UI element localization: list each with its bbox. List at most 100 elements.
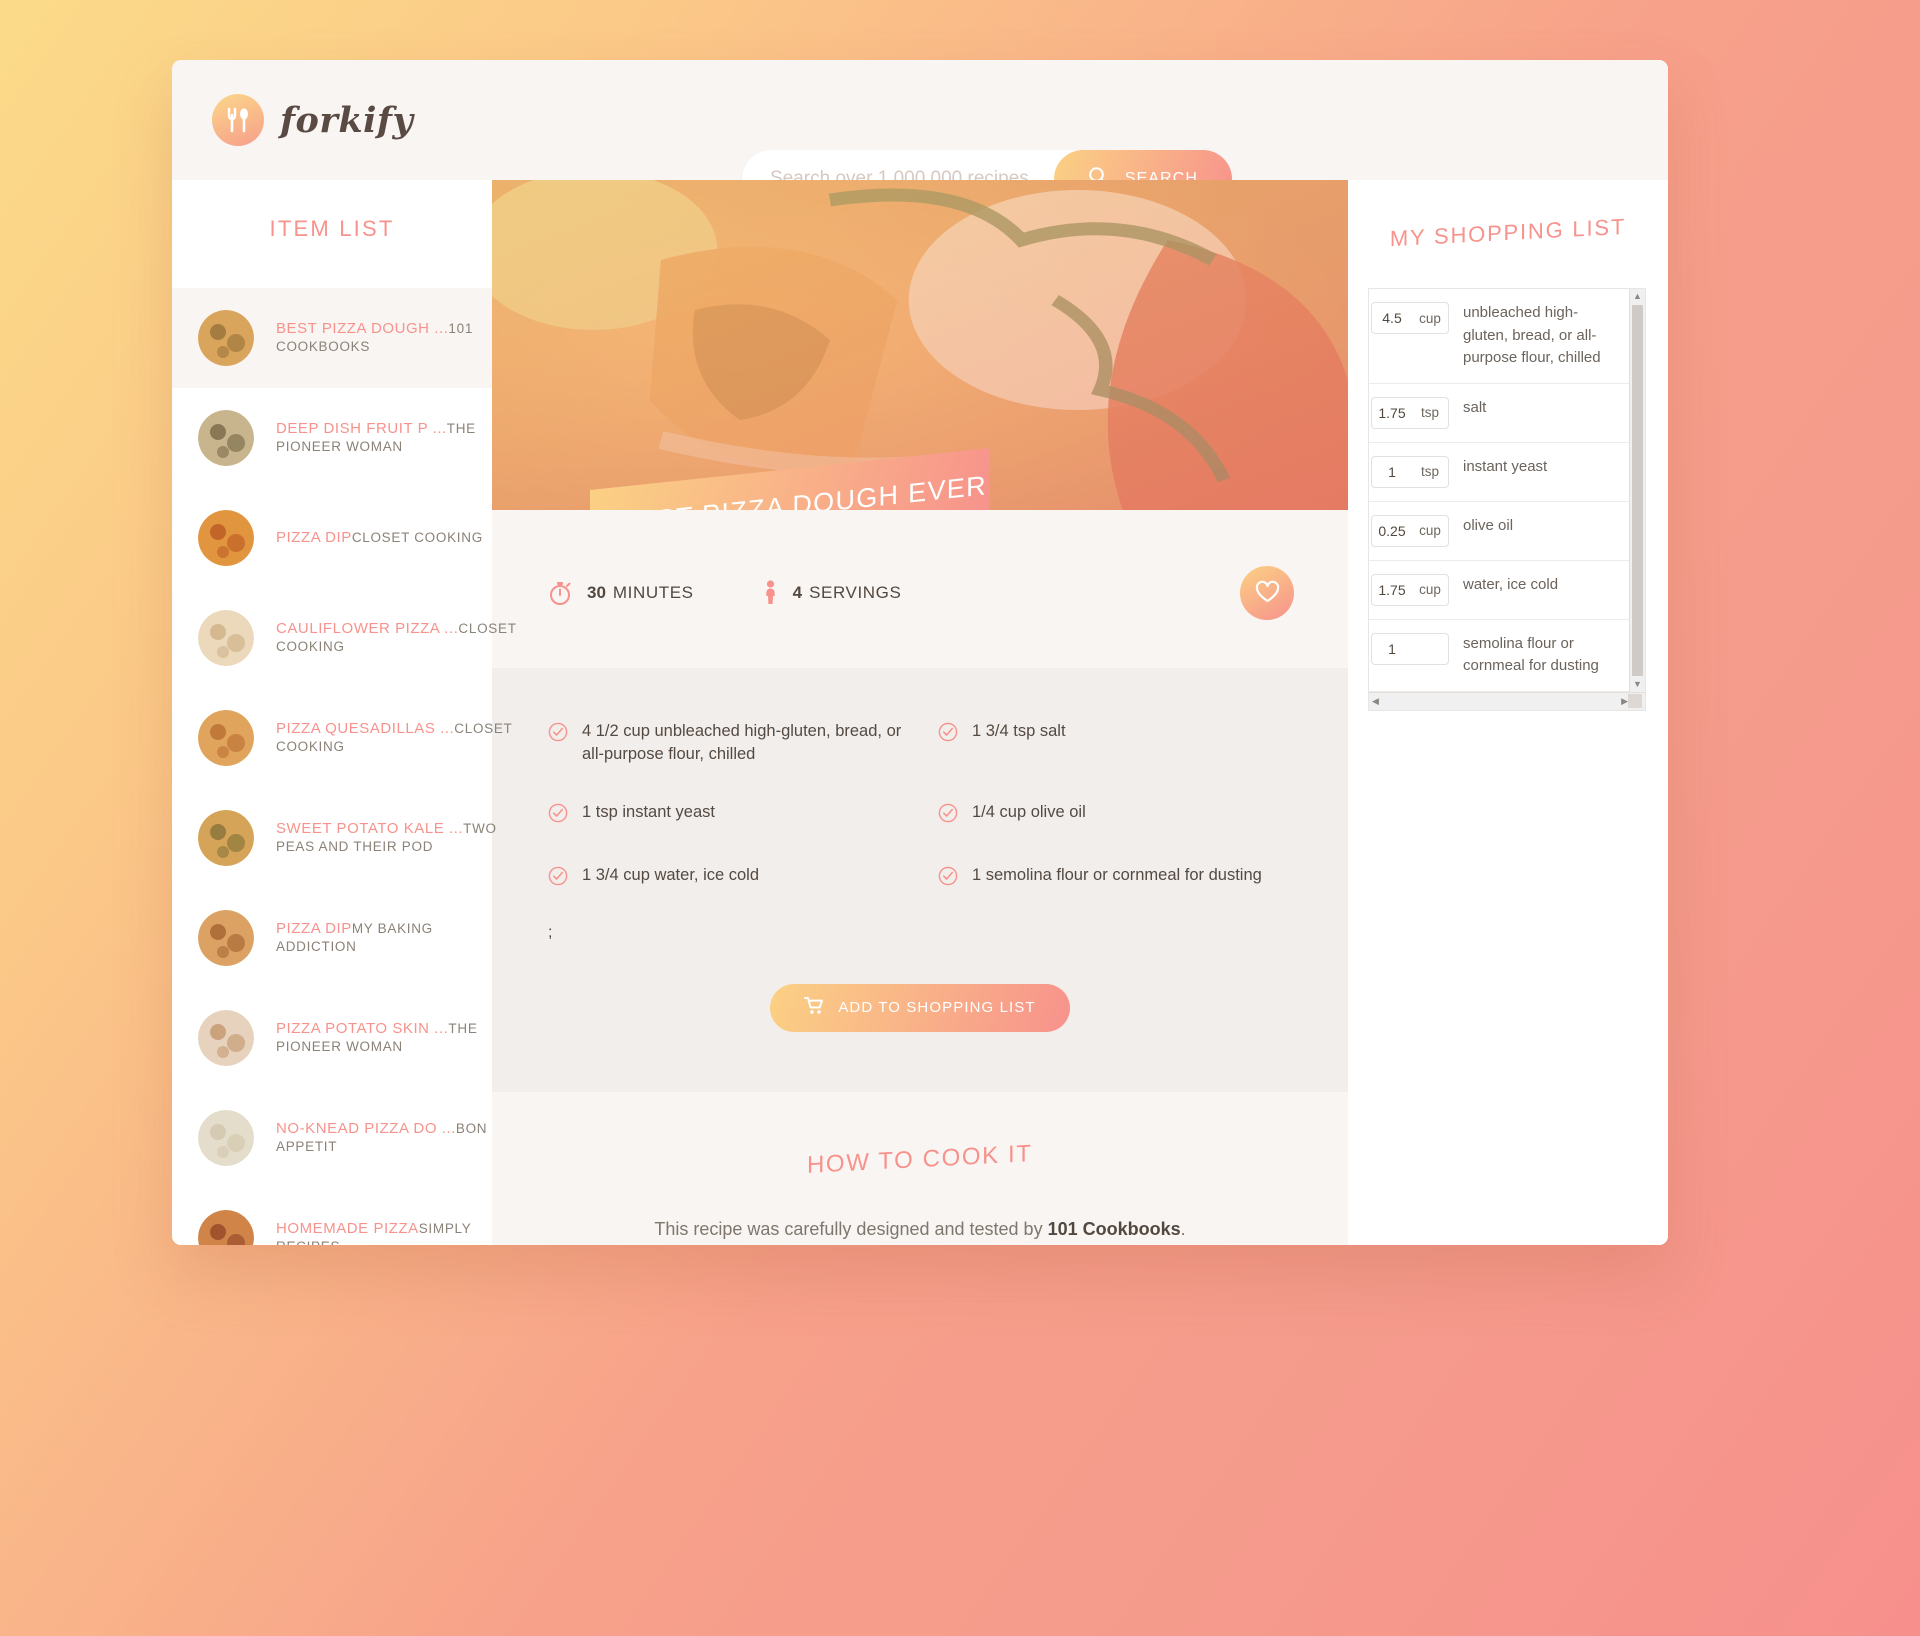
shopping-item-unit: tsp: [1420, 464, 1439, 479]
ingredients-list: 4 1/2 cup unbleached high-gluten, bread,…: [548, 720, 1292, 894]
result-list-item: HOMEMADE PIZZASIMPLY RECIPES: [172, 1188, 492, 1245]
shopping-item-unit: cup: [1419, 582, 1441, 597]
result-item-name: PIZZA POTATO SKIN ...: [276, 1020, 449, 1037]
ingredient-text: 4 1/2 cup unbleached high-gluten, bread,…: [582, 722, 902, 764]
shopping-item-description[interactable]: unbleached high-gluten, bread, or all-pu…: [1449, 302, 1619, 370]
shopping-item-count[interactable]: cup: [1371, 573, 1449, 606]
result-item[interactable]: BEST PIZZA DOUGH ...101 COOKBOOKS: [172, 288, 492, 388]
shopping-item-count[interactable]: tsp: [1371, 455, 1449, 488]
shopping-list-item: tspsalt: [1369, 384, 1629, 443]
result-thumbnail: [198, 310, 254, 366]
favorite-button[interactable]: [1240, 566, 1294, 620]
shopping-list-item: cup olive oil: [1369, 502, 1629, 561]
cooking-time-label: MINUTES: [612, 583, 694, 602]
ingredient-item: 4 1/2 cup unbleached high-gluten, bread,…: [548, 720, 902, 767]
ingredient-text: 1 3/4 cup water, ice cold: [582, 866, 760, 885]
add-to-shopping-list-label: ADD TO SHOPPING LIST: [838, 999, 1036, 1017]
shopping-item-description[interactable]: instant yeast: [1449, 456, 1619, 479]
check-circle-icon: [548, 866, 568, 893]
result-thumbnail: [198, 510, 254, 566]
stray-text: ;: [548, 923, 553, 941]
shopping-item-count[interactable]: cup: [1371, 302, 1449, 334]
result-item[interactable]: SWEET POTATO KALE ...TWO PEAS AND THEIR …: [172, 788, 496, 888]
shopping-list-scroll-area: cup unbleached high-gluten, bread, or all…: [1369, 289, 1645, 692]
ingredient-text: 1 tsp instant yeast: [582, 802, 715, 821]
result-list-item: NO-KNEAD PIZZA DO ...BON APPETIT: [172, 1088, 492, 1188]
result-item-publisher: CLOSET COOKING: [351, 530, 483, 545]
ingredient-text: 1/4 cup olive oil: [972, 802, 1086, 821]
scrollbar-track[interactable]: [1383, 695, 1617, 707]
triangle-up-icon[interactable]: ▲: [1633, 292, 1642, 301]
shopping-item-description[interactable]: semolina flour or cornmeal for dusting: [1449, 633, 1619, 678]
directions-text: This recipe was carefully designed and t…: [562, 1216, 1278, 1245]
result-item-name: BEST PIZZA DOUGH ...: [276, 320, 449, 337]
cooking-time-value: 30: [587, 583, 606, 602]
result-item[interactable]: HOMEMADE PIZZASIMPLY RECIPES: [172, 1188, 492, 1245]
results-panel: ITEM LIST BEST PIZZA DOUGH ...101 COOKBO…: [172, 180, 516, 1245]
vertical-scrollbar[interactable]: ▲ ▼: [1629, 289, 1645, 692]
result-list-item: SWEET POTATO KALE ...TWO PEAS AND THEIR …: [172, 788, 496, 888]
shopping-count-input[interactable]: [1372, 521, 1412, 540]
stopwatch-icon: [548, 580, 573, 606]
result-item-name: NO-KNEAD PIZZA DO ...: [276, 1120, 456, 1137]
shopping-item-count[interactable]: cup: [1371, 514, 1449, 547]
forkify-app-window: forkify SEARCH ITEM LIST BEST PIZZA DOUG…: [172, 60, 1668, 1245]
result-list-item: PIZZA POTATO SKIN ...THE PIONEER WOMAN: [172, 988, 492, 1088]
shopping-count-input[interactable]: [1372, 462, 1412, 481]
logo[interactable]: forkify: [212, 94, 413, 146]
cooking-time: 30 MINUTES: [548, 580, 694, 606]
result-list-item: PIZZA DIPMY BAKING ADDICTION: [172, 888, 492, 988]
result-item[interactable]: DEEP DISH FRUIT P ...THE PIONEER WOMAN: [172, 388, 492, 488]
result-item-name: PIZZA DIP: [276, 920, 352, 937]
fork-spoon-icon: [212, 94, 264, 146]
result-item-name: PIZZA DIP: [276, 529, 352, 546]
result-item[interactable]: PIZZA DIPCLOSET COOKING: [172, 488, 492, 588]
result-thumbnail: [198, 1210, 254, 1245]
results-title: ITEM LIST: [269, 216, 395, 241]
shopping-list-box: cup unbleached high-gluten, bread, or all…: [1368, 288, 1646, 711]
results-list: BEST PIZZA DOUGH ...101 COOKBOOKS DEEP DI…: [172, 288, 516, 1245]
shopping-count-input[interactable]: [1372, 403, 1412, 422]
triangle-right-icon[interactable]: ▶: [1621, 696, 1628, 706]
shopping-item-count[interactable]: [1371, 632, 1449, 665]
shopping-item-unit: tsp: [1420, 405, 1439, 420]
ingredients-section: 4 1/2 cup unbleached high-gluten, bread,…: [492, 668, 1348, 1092]
directions-section: HOW TO COOK IT This recipe was carefully…: [492, 1091, 1348, 1245]
recipe-figure: BEST PIZZA DOUGH EVER: [492, 180, 1348, 510]
result-thumbnail: [198, 910, 254, 966]
triangle-left-icon[interactable]: ◀: [1372, 696, 1379, 706]
person-icon: [762, 580, 779, 606]
result-item[interactable]: NO-KNEAD PIZZA DO ...BON APPETIT: [172, 1088, 492, 1188]
scrollbar-thumb[interactable]: [1632, 305, 1643, 676]
shopping-list-title: MY SHOPPING LIST: [1389, 213, 1627, 252]
shopping-count-input[interactable]: [1372, 639, 1412, 658]
shopping-item-description[interactable]: water, ice cold: [1449, 574, 1619, 597]
ingredient-item: 1 3/4 cup water, ice cold: [548, 864, 902, 893]
triangle-down-icon[interactable]: ▼: [1633, 679, 1642, 689]
result-thumbnail: [198, 810, 254, 866]
shopping-item-description[interactable]: olive oil: [1449, 515, 1619, 538]
result-item[interactable]: PIZZA QUESADILLAS ...CLOSET COOKING: [172, 688, 512, 788]
result-list-item: DEEP DISH FRUIT P ...THE PIONEER WOMAN: [172, 388, 492, 488]
result-item[interactable]: PIZZA DIPMY BAKING ADDICTION: [172, 888, 492, 988]
shopping-item-description[interactable]: salt: [1449, 397, 1619, 420]
add-to-shopping-list-button[interactable]: ADD TO SHOPPING LIST: [770, 983, 1070, 1032]
shopping-item-count[interactable]: tsp: [1371, 396, 1449, 429]
ingredients-actions: ADD TO SHOPPING LIST: [548, 983, 1292, 1032]
horizontal-scrollbar[interactable]: ◀ ▶: [1369, 691, 1645, 710]
servings-label: SERVINGS: [809, 583, 902, 602]
result-list-item: PIZZA DIPCLOSET COOKING: [172, 488, 492, 588]
recipe-details: 30 MINUTES 4 SERVINGS: [492, 510, 1348, 668]
result-item[interactable]: PIZZA POTATO SKIN ...THE PIONEER WOMAN: [172, 988, 492, 1088]
result-item[interactable]: CAULIFLOWER PIZZA ...CLOSET COOKING: [172, 588, 516, 688]
ingredient-item: 1/4 cup olive oil: [938, 801, 1292, 830]
check-circle-icon: [938, 866, 958, 893]
shopping-item-unit: cup: [1419, 523, 1441, 538]
shopping-count-input[interactable]: [1372, 309, 1412, 327]
shopping-count-input[interactable]: [1372, 580, 1412, 599]
app-header: forkify SEARCH: [172, 60, 1668, 208]
check-circle-icon: [548, 722, 568, 767]
main-columns: ITEM LIST BEST PIZZA DOUGH ...101 COOKBO…: [172, 180, 1668, 1245]
result-thumbnail: [198, 610, 254, 666]
result-thumbnail: [198, 410, 254, 466]
